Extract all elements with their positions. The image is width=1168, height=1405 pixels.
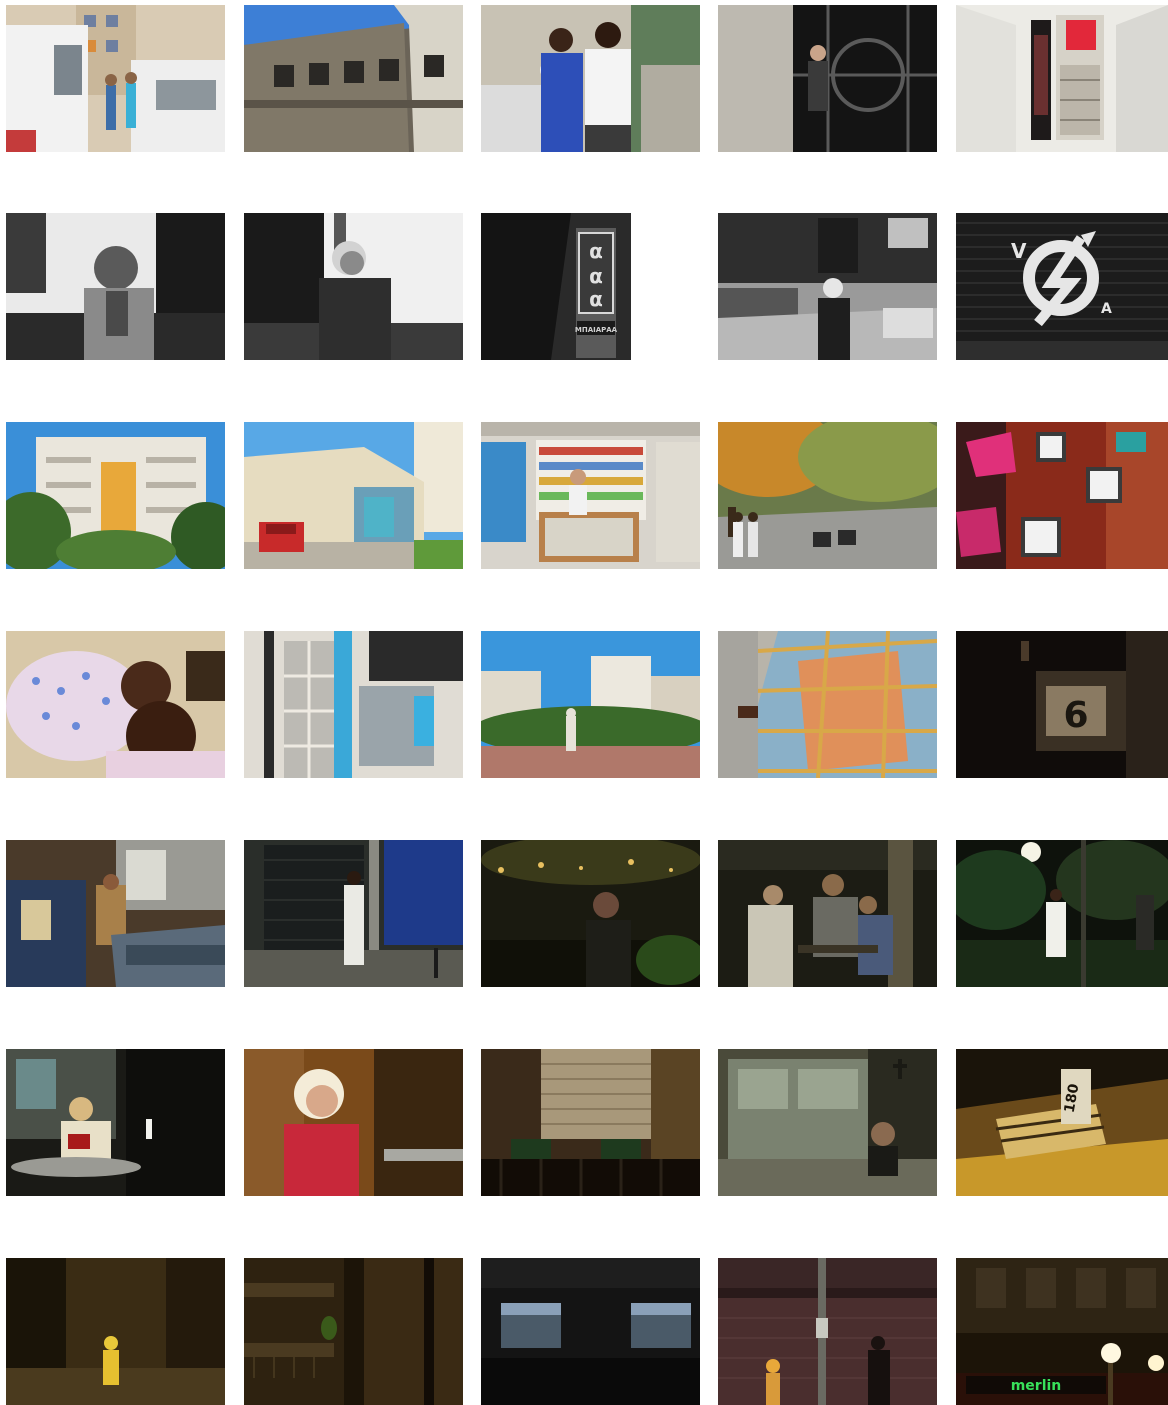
photo-balconies-night[interactable] [244,1258,463,1405]
shop-sign-text: ΜΠΑΙΑΡΑΑ [575,326,618,334]
svg-text:α: α [589,264,603,288]
photo-lamps-neon-sign[interactable]: merlin [956,1258,1168,1405]
photo-cafe-men-night[interactable] [718,840,937,987]
photo-apartment-trees[interactable] [6,422,225,569]
photo-building-number-night[interactable]: 180 [956,1049,1168,1196]
photo-blue-windows[interactable] [244,631,463,778]
photo-house-number-night[interactable]: 6 [956,631,1168,778]
house-number-text: 6 [1063,695,1088,736]
photo-shuttered-shop-night[interactable] [718,1258,937,1405]
photo-woman-park-night[interactable] [956,840,1168,987]
svg-text:α: α [589,239,603,263]
photo-woman-walking-bw[interactable] [718,213,937,360]
photo-older-woman-bw[interactable] [244,213,463,360]
photo-red-stairway[interactable] [956,5,1168,152]
photo-balcony-night[interactable] [481,1049,700,1196]
photo-kiosk-shopkeeper[interactable] [481,422,700,569]
photo-two-men[interactable] [481,5,700,152]
svg-text:A: A [1101,301,1112,317]
photo-vertical-sign-bw[interactable]: α α α ΜΠΑΙΑΡΑΑ [481,213,700,360]
photo-red-interior-overhead[interactable] [956,422,1168,569]
photo-mother-child[interactable] [6,631,225,778]
photo-woman-cafe-table[interactable] [6,1049,225,1196]
photo-window-reflection[interactable] [718,631,937,778]
photo-gate-man[interactable] [718,5,937,152]
photo-square-women[interactable] [718,422,937,569]
photo-graffiti-shutter[interactable]: V A [956,213,1168,360]
photo-old-facade[interactable] [244,5,463,152]
photo-street-vans[interactable] [6,5,225,152]
svg-text:α: α [589,287,603,311]
photo-man-white-night[interactable] [244,840,463,987]
neon-sign-text: merlin [1011,1378,1062,1394]
photo-blonde-woman-red[interactable] [244,1049,463,1196]
photo-square-statue[interactable] [481,631,700,778]
photo-bearded-man-bw[interactable] [6,213,225,360]
svg-text:V: V [1011,239,1027,263]
photo-corner-red-car[interactable] [244,422,463,569]
photo-man-smoking-night[interactable] [481,840,700,987]
photo-man-window[interactable] [718,1049,937,1196]
photo-dumpster-car[interactable] [6,840,225,987]
photo-yellow-figure-night[interactable] [6,1258,225,1405]
photo-grid: α α α ΜΠΑΙΑΡΑΑ V A 6 180 merlin [0,0,1168,1405]
photo-lit-windows-night[interactable] [481,1258,700,1405]
